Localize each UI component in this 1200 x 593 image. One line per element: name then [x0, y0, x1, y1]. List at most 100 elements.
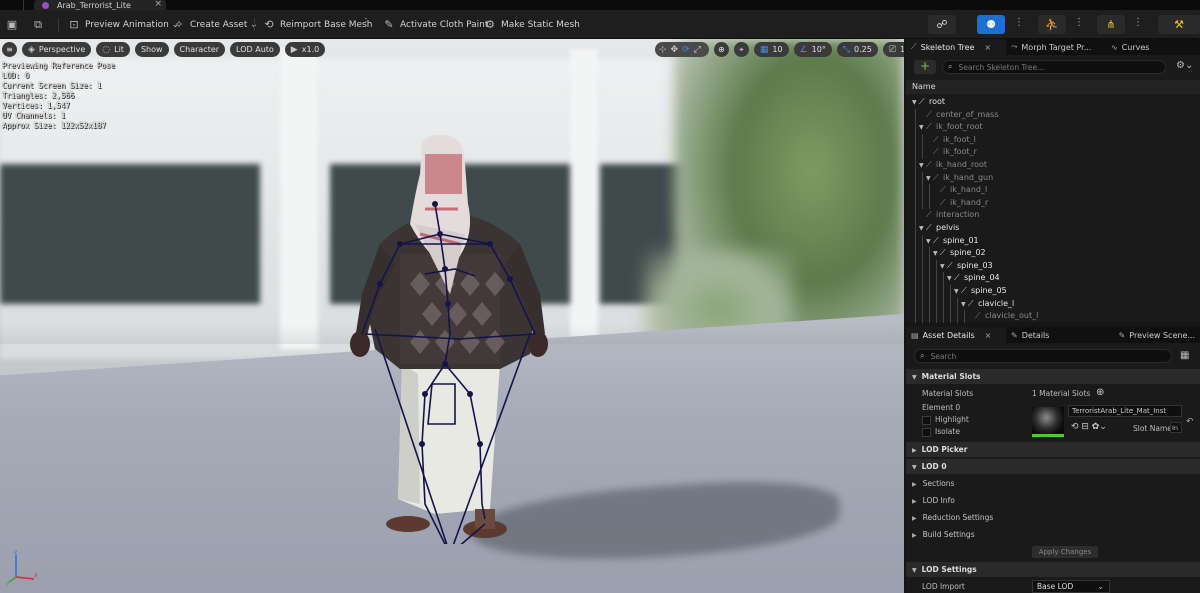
stat-line: Vertices: 1,547: [2, 101, 70, 110]
perspective-button[interactable]: ◈ Perspective: [22, 42, 92, 57]
create-asset-button[interactable]: ✧Create Asset ⌄: [173, 16, 257, 33]
make-static-mesh-button[interactable]: ⚙ Make Static Mesh: [484, 16, 580, 33]
bone-row[interactable]: ▼ ⟋ spine_05: [906, 284, 1200, 298]
blueprint-mode-button[interactable]: ⋔: [1097, 15, 1125, 34]
apply-changes-button[interactable]: Apply Changes: [1032, 546, 1098, 558]
expand-arrow-icon: ▶: [912, 447, 917, 454]
material-tools-icons[interactable]: ⟲ ⊟ ✿⌄: [1071, 422, 1107, 432]
tree-guide-line: [936, 284, 937, 298]
lod0-section[interactable]: ▼ LOD 0: [906, 459, 1200, 474]
highlight-checkbox[interactable]: [922, 415, 931, 425]
physics-mode-button[interactable]: ⚒: [1158, 15, 1200, 34]
lod-picker-section[interactable]: ▶ LOD Picker: [906, 442, 1200, 457]
lit-button[interactable]: ◌ Lit: [96, 42, 130, 57]
bone-row[interactable]: ▼ ⟋ ik_hand_root: [906, 158, 1200, 172]
viewport[interactable]: ≡ ◈ Perspective ◌ Lit Show Character LOD A…: [0, 39, 904, 593]
mesh-mode-options-icon[interactable]: ⋮: [1014, 17, 1024, 28]
tab-curves[interactable]: ∿ Curves: [1106, 39, 1196, 55]
character-mesh[interactable]: [340, 94, 560, 544]
details-search-input[interactable]: ⌕ Search: [914, 349, 1172, 363]
coordinate-space-button[interactable]: ⊕: [713, 42, 729, 57]
bone-row[interactable]: ▼ ⟋ spine_01: [906, 234, 1200, 248]
bone-row[interactable]: ▼ ⟋ spine_04: [906, 272, 1200, 285]
slot-name-field[interactable]: In: [1170, 422, 1182, 433]
bone-row[interactable]: ⟋ ik_foot_r: [906, 146, 1200, 159]
build-settings-subsection[interactable]: ▶ Build Settings: [906, 527, 1200, 542]
grid-view-icon[interactable]: ▦: [1180, 350, 1189, 361]
bone-row[interactable]: ▼ ⟋ spine_03: [906, 259, 1200, 273]
transform-tools[interactable]: ⊹ ✥ ⟳ ⤢: [655, 42, 709, 57]
asset-tab[interactable]: Arab_Terrorist_Lite ×: [34, 0, 166, 10]
lod-button[interactable]: LOD Auto: [230, 42, 280, 57]
unreal-logo-icon[interactable]: [0, 0, 24, 10]
skeleton-search-input[interactable]: ⌕ Search Skeleton Tree...: [942, 60, 1166, 74]
activate-cloth-paint-button[interactable]: ✎ Activate Cloth Paint: [383, 16, 488, 33]
tab-morph-target[interactable]: ⤳ Morph Target Pr...: [1006, 39, 1106, 55]
play-rate-button[interactable]: ▶ x1.0: [284, 42, 326, 57]
lod-info-subsection[interactable]: ▶ LOD Info: [906, 493, 1200, 508]
reduction-settings-subsection[interactable]: ▶ Reduction Settings: [906, 510, 1200, 525]
bone-row[interactable]: ▼ ⟋ root: [906, 96, 1200, 109]
mesh-mode-button[interactable]: ⚉: [977, 15, 1005, 34]
bone-row[interactable]: ▼ ⟋ clavicle_l: [906, 297, 1200, 311]
tree-guide-line: [936, 259, 937, 273]
isolate-option[interactable]: Isolate: [922, 427, 960, 437]
tab-asset-details[interactable]: ▤ Asset Details ×: [906, 327, 1006, 343]
bone-icon: ⟋: [911, 42, 917, 51]
bone-name: spine_01: [943, 235, 979, 245]
activate-cloth-label: Activate Cloth Paint: [400, 19, 489, 30]
isolate-checkbox[interactable]: [922, 427, 931, 437]
bone-row[interactable]: ⟋ clavicle_out_l: [906, 310, 1200, 323]
lod-import-dropdown[interactable]: Base LOD ⌄: [1032, 580, 1110, 593]
animation-mode-button[interactable]: ⛹: [1038, 15, 1066, 34]
character-button[interactable]: Character: [173, 42, 226, 57]
animation-mode-options-icon[interactable]: ⋮: [1074, 17, 1084, 28]
reimport-options-icon[interactable]: ⋮: [361, 17, 371, 28]
expand-arrow-icon: ▶: [912, 498, 917, 505]
close-tab-icon[interactable]: ×: [984, 43, 991, 52]
bone-row[interactable]: ⟋ center_of_mass: [906, 108, 1200, 122]
preview-animation-button[interactable]: ⊡ Preview Animation ⌄: [68, 16, 179, 33]
viewport-menu-button[interactable]: ≡: [2, 42, 17, 57]
bone-row[interactable]: ⟋ ik_hand_r: [906, 196, 1200, 210]
material-slots-section[interactable]: ▼ Material Slots: [906, 369, 1200, 384]
title-bar: Arab_Terrorist_Lite ×: [0, 0, 1200, 10]
material-name-field[interactable]: TerroristArab_Lite_Mat_Inst: [1068, 405, 1182, 417]
reimport-base-mesh-button[interactable]: ⟲ Reimport Base Mesh: [263, 16, 372, 33]
grid-snap-button[interactable]: ▦ 10: [753, 42, 789, 57]
bone-row[interactable]: ▼ ⟋ spine_02: [906, 247, 1200, 260]
tab-skeleton-tree[interactable]: ⟋ Skeleton Tree ×: [906, 39, 1006, 55]
bone-row[interactable]: ⟋ interaction: [906, 209, 1200, 222]
settings-gear-icon[interactable]: ⚙⌄: [1176, 60, 1193, 71]
bone-row-content: ▼ ⟋ spine_04: [906, 273, 1000, 282]
lod-settings-section[interactable]: ▼ LOD Settings: [906, 562, 1200, 577]
scale-snap-button[interactable]: ⤡ 0.25: [836, 42, 878, 57]
bone-row[interactable]: ⟋ ik_foot_l: [906, 133, 1200, 147]
bone-row[interactable]: ⟋ ik_hand_l: [906, 184, 1200, 197]
bone-row[interactable]: ▼ ⟋ pelvis: [906, 221, 1200, 235]
browse-button[interactable]: ⧉: [32, 16, 49, 33]
close-tab-icon[interactable]: ×: [154, 0, 162, 9]
rotation-snap-button[interactable]: ∠ 10°: [793, 42, 832, 57]
tab-preview-scene[interactable]: ✎ Preview Scene...: [1106, 327, 1200, 343]
camera-speed-button[interactable]: ⎚ 1: [882, 42, 904, 57]
close-tab-icon[interactable]: ×: [985, 331, 992, 340]
save-button[interactable]: ▣: [6, 16, 23, 33]
tab-details[interactable]: ✎ Details: [1006, 327, 1106, 343]
material-thumbnail[interactable]: [1032, 407, 1064, 437]
add-slot-icon[interactable]: ⊕: [1096, 387, 1104, 398]
bone-row[interactable]: ▼ ⟋ ik_hand_gun: [906, 171, 1200, 185]
bone-row[interactable]: ▼ ⟋ ik_foot_root: [906, 121, 1200, 134]
skeleton-mode-button[interactable]: ☍: [928, 15, 956, 34]
skeletal-mesh-icon: [42, 1, 49, 9]
tree-guide-line: [922, 272, 923, 285]
sections-subsection[interactable]: ▶ Sections: [906, 476, 1200, 491]
surface-snap-button[interactable]: ⌖: [733, 42, 749, 57]
highlight-option[interactable]: Highlight: [922, 415, 969, 425]
name-column-header[interactable]: Name: [906, 80, 1200, 94]
show-button[interactable]: Show: [134, 42, 169, 57]
tree-guide-line: [929, 259, 930, 273]
reset-arrow-icon[interactable]: ↶: [1186, 417, 1194, 427]
blueprint-mode-options-icon[interactable]: ⋮: [1133, 17, 1143, 28]
add-bone-button[interactable]: +: [914, 60, 936, 74]
